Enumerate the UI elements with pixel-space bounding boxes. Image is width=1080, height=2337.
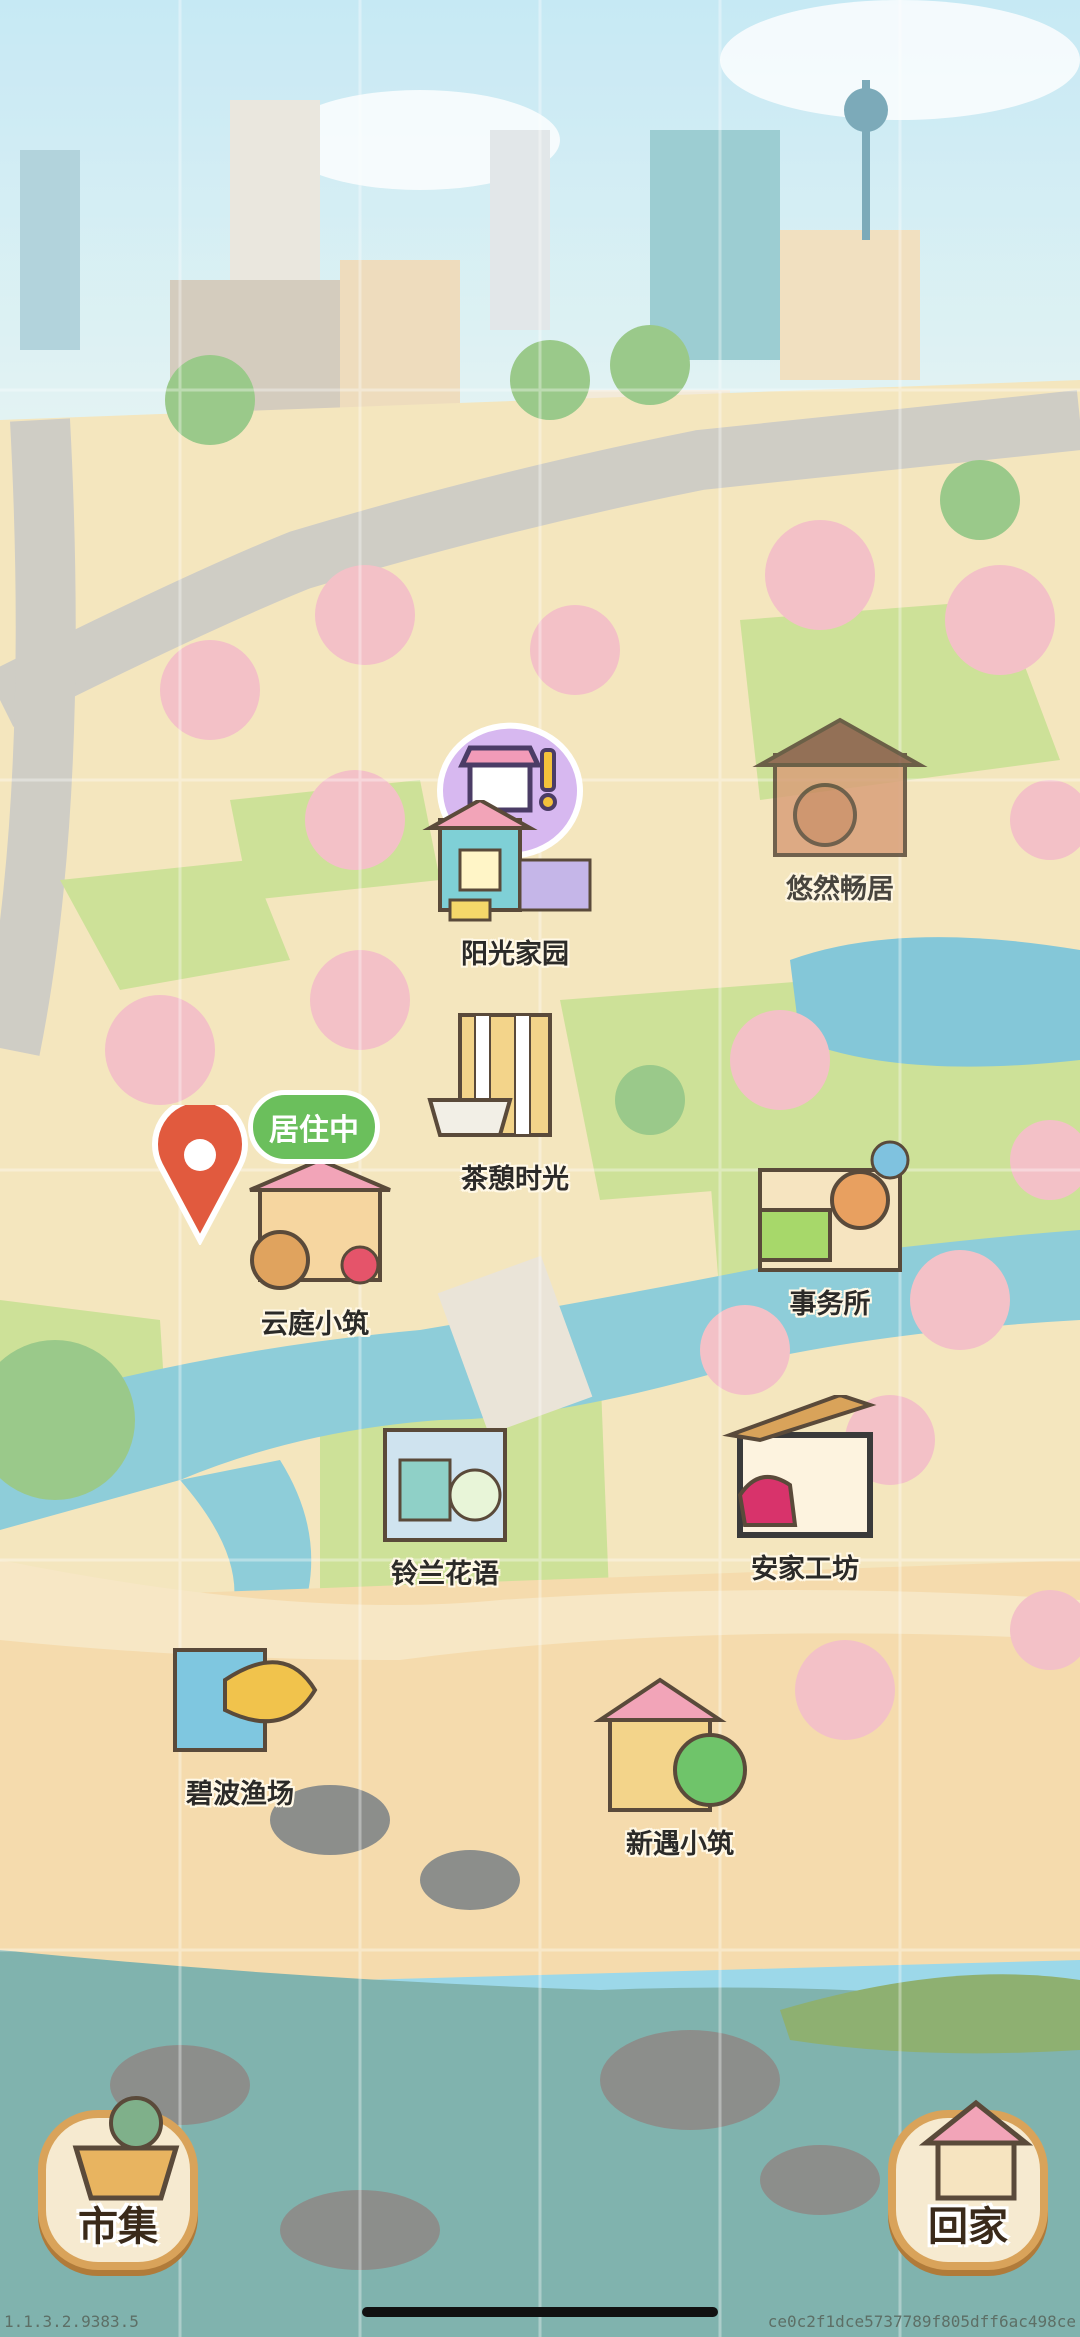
location-anjia-gongfang[interactable]: 安家工坊 (710, 1395, 900, 1586)
version-text: 1.1.3.2.9383.5 (4, 2312, 139, 2331)
house-icon (752, 717, 928, 857)
location-shiwusuo[interactable]: 事务所 (735, 1130, 925, 1321)
location-chaqi-shiguang[interactable]: 茶憩时光 (415, 1005, 615, 1196)
location-label: 事务所 (789, 1289, 871, 1320)
location-linglan-huayu[interactable]: 铃兰花语 (350, 1410, 540, 1591)
location-label: 茶憩时光 (461, 1164, 569, 1195)
market-basket-icon (72, 2096, 180, 2201)
office-icon (758, 1140, 910, 1272)
location-yangguang-jiayuan[interactable]: 阳光家园 (415, 800, 615, 971)
location-label: 悠然畅居 (786, 874, 894, 905)
market-button[interactable]: 市集 (38, 2096, 198, 2270)
location-label: 阳光家园 (461, 939, 569, 970)
location-label: 云庭小筑 (261, 1309, 369, 1340)
location-label: 铃兰花语 (391, 1559, 499, 1590)
house-icon (422, 800, 592, 922)
location-label: 碧波渔场 (186, 1779, 294, 1810)
go-home-button[interactable]: 回家 (888, 2099, 1048, 2270)
fishery-icon (173, 1648, 318, 1752)
location-label: 安家工坊 (751, 1554, 859, 1585)
teahouse-icon (427, 1013, 552, 1137)
build-id-text: ce0c2f1dce5737789f805dff6ac498ce (767, 2312, 1076, 2331)
living-status-badge: 居住中 (248, 1090, 380, 1164)
home-indicator[interactable] (362, 2307, 718, 2317)
furniture-workshop-icon (722, 1395, 877, 1538)
house-icon (593, 1677, 747, 1812)
location-youran-changju[interactable]: 悠然畅居 (740, 715, 940, 906)
flower-shop-icon (383, 1428, 507, 1542)
location-label: 新遇小筑 (626, 1829, 734, 1860)
home-icon (918, 2099, 1034, 2201)
current-location-pin-icon (152, 1105, 248, 1245)
location-bibo-yuchang[interactable]: 碧波渔场 (150, 1630, 330, 1811)
location-xinyu-xiaozhu[interactable]: 新遇小筑 (585, 1670, 775, 1861)
